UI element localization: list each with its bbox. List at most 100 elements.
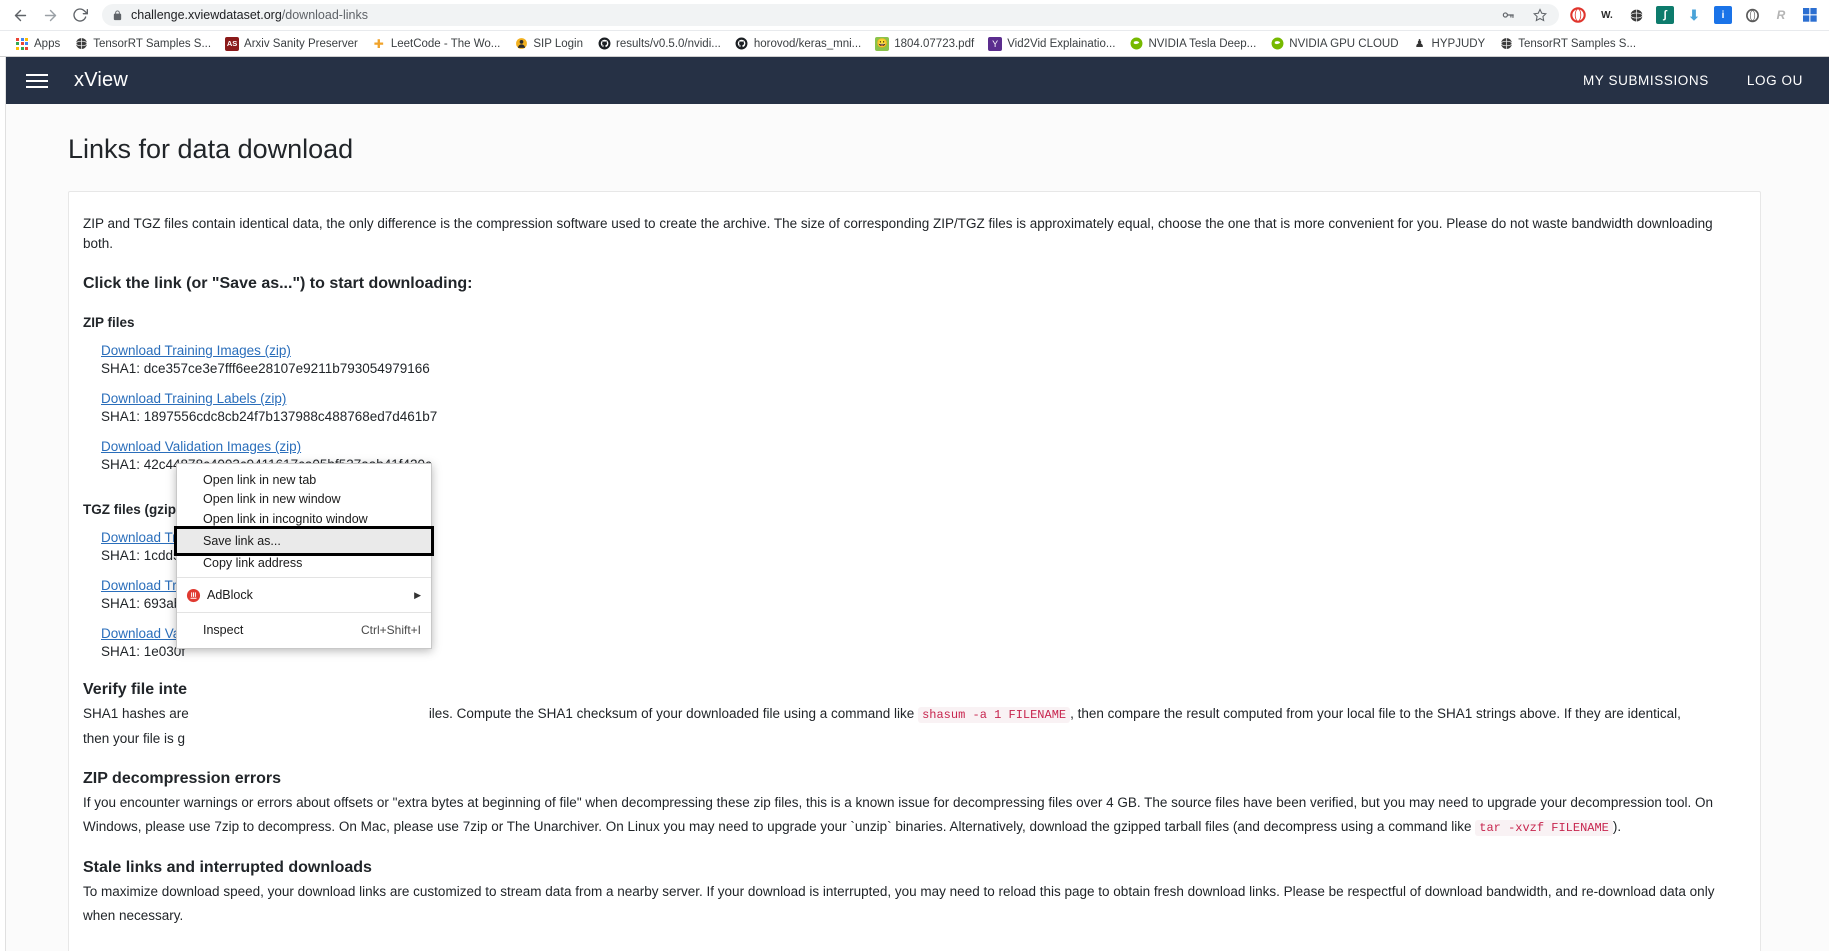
bookmark-label: Apps	[34, 37, 61, 50]
bookmark-label: horovod/keras_mni...	[753, 37, 862, 50]
bookmark-label: Vid2Vid Explainatio...	[1007, 37, 1116, 50]
zip-decompression-line1: If you encounter warnings or errors abou…	[83, 795, 1713, 811]
bookmark-results-nvidia[interactable]: results/v0.5.0/nvidi...	[590, 35, 728, 53]
star-icon[interactable]	[1531, 6, 1549, 24]
context-menu-separator-2	[177, 612, 431, 614]
bookmark-label: Arxiv Sanity Preserver	[244, 37, 358, 50]
context-menu-item-open-new-window[interactable]: Open link in new window	[177, 490, 431, 510]
context-menu-label: Open link in new tab	[203, 472, 317, 487]
context-menu[interactable]: Open link in new tab Open link in new wi…	[174, 463, 434, 650]
zip-line2-pre: Windows, please use 7zip to decompress. …	[83, 818, 1472, 834]
sha1-training-labels-zip: SHA1: 1897556cdc8cb24f7b137988c488768ed7…	[101, 409, 438, 425]
opera-extension-icon[interactable]	[1569, 6, 1587, 24]
page-brand: xView	[74, 69, 128, 91]
verify-line1-pre: SHA1 hashes are	[83, 706, 189, 722]
page-title: Links for data download	[68, 134, 354, 164]
bookmark-hypjudy[interactable]: ♟ HYPJUDY	[1406, 35, 1493, 53]
stale-links-heading: Stale links and interrupted downloads	[83, 859, 372, 877]
context-menu-shortcut: Ctrl+Shift+I	[360, 623, 421, 638]
context-menu-item-open-incognito[interactable]: Open link in incognito window	[177, 509, 431, 529]
verify-line1-post: , then compare the result computed from …	[1070, 706, 1681, 722]
opera-gx-extension-icon[interactable]	[1743, 6, 1761, 24]
intro-paragraph: ZIP and TGZ files contain identical data…	[83, 216, 1713, 251]
hamburger-menu-icon[interactable]	[26, 73, 48, 88]
download-link-training-images-zip[interactable]: Download Training Images (zip)	[101, 343, 291, 358]
nav-my-submissions[interactable]: MY SUBMISSIONS	[1583, 73, 1709, 88]
bookmark-nvidia-tesla[interactable]: NVIDIA Tesla Deep...	[1122, 35, 1263, 53]
bookmark-nvidia-gpu-cloud[interactable]: NVIDIA GPU CLOUD	[1263, 35, 1405, 53]
bookmark-label: LeetCode - The Wo...	[390, 37, 501, 50]
click-instructions-heading: Click the link (or "Save as...") to star…	[83, 275, 473, 293]
nvidia-icon	[1129, 37, 1143, 51]
bookmark-label: TensorRT Samples S...	[1518, 37, 1637, 50]
windows-extension-icon[interactable]	[1801, 6, 1819, 24]
github-icon	[597, 37, 611, 51]
code-tar: tar -xvzf FILENAME	[1475, 819, 1613, 836]
address-bar-url: challenge.xviewdataset.org/download-link…	[131, 8, 368, 22]
bookmark-leetcode[interactable]: ✚ LeetCode - The Wo...	[365, 35, 508, 53]
wikipedia-extension-icon[interactable]: W.	[1598, 6, 1616, 24]
stale-links-line2: when necessary.	[83, 907, 184, 923]
bookmark-pdf-1804[interactable]: 😀 1804.07723.pdf	[868, 35, 981, 53]
chevron-right-icon: ▶	[414, 589, 421, 600]
page-viewport: xView MY SUBMISSIONS LOG OU Links for da…	[0, 57, 1829, 951]
bookmark-label: NVIDIA Tesla Deep...	[1148, 37, 1257, 50]
forward-arrow-icon[interactable]	[36, 1, 64, 29]
verify-integrity-line1: SHA1 hashes are iles. Compute the SHA1 ch…	[83, 704, 1746, 724]
address-bar[interactable]: challenge.xviewdataset.org/download-link…	[102, 4, 1559, 26]
bookmark-label: TensorRT Samples S...	[93, 37, 212, 50]
nvidia-icon	[1270, 37, 1284, 51]
zip-line2-post: ).	[1612, 818, 1622, 834]
context-menu-item-copy-link-address[interactable]: Copy link address	[177, 553, 431, 573]
bookmark-label: NVIDIA GPU CLOUD	[1289, 37, 1399, 50]
context-menu-item-save-link-as[interactable]: Save link as...	[174, 525, 434, 556]
context-menu-item-inspect[interactable]: Inspect Ctrl+Shift+I	[177, 618, 431, 642]
context-menu-label: Save link as...	[203, 533, 281, 548]
bookmark-vid2vid[interactable]: Y Vid2Vid Explainatio...	[981, 35, 1122, 53]
bookmark-label: SIP Login	[533, 37, 584, 50]
zip-decompression-heading: ZIP decompression errors	[83, 770, 281, 788]
as-icon: AS	[225, 36, 240, 51]
browser-toolbar: challenge.xviewdataset.org/download-link…	[0, 0, 1829, 30]
download-link-validation-images-zip[interactable]: Download Validation Images (zip)	[101, 439, 301, 454]
bookmark-tensorrt-samples-1[interactable]: TensorRT Samples S...	[67, 35, 218, 53]
reload-icon[interactable]	[66, 1, 94, 29]
person-icon: ♟	[1414, 38, 1425, 50]
download-extension-icon[interactable]: ⬇	[1685, 6, 1703, 24]
lock-icon	[112, 9, 123, 21]
verify-integrity-heading: Verify file inte	[83, 681, 188, 699]
context-menu-label: AdBlock	[207, 588, 253, 603]
scholar-extension-icon[interactable]: ∫	[1656, 6, 1674, 24]
app-header: xView MY SUBMISSIONS LOG OU	[0, 57, 1829, 104]
apps-grid-icon	[15, 37, 29, 51]
stale-links-line1: To maximize download speed, your downloa…	[83, 884, 1715, 900]
bookmark-horovod-keras[interactable]: horovod/keras_mni...	[728, 35, 868, 53]
browser-chrome: challenge.xviewdataset.org/download-link…	[0, 0, 1829, 57]
context-menu-item-adblock[interactable]: AdBlock ▶	[177, 583, 431, 607]
context-menu-item-open-new-tab[interactable]: Open link in new tab	[177, 470, 431, 490]
file-entry-zip-training-images: Download Training Images (zip) SHA1: dce…	[101, 342, 1746, 376]
info-extension-icon[interactable]: i	[1714, 6, 1732, 24]
bookmark-tensorrt-samples-2[interactable]: TensorRT Samples S...	[1492, 35, 1643, 53]
zip-decompression-line2: Windows, please use 7zip to decompress. …	[83, 817, 1746, 837]
zip-files-heading: ZIP files	[83, 315, 135, 331]
bookmark-label: HYPJUDY	[1431, 37, 1486, 50]
leetcode-icon: ✚	[373, 36, 384, 51]
context-menu-label: Open link in new window	[203, 492, 341, 507]
download-link-validation-images-tgz[interactable]: Download Vali	[101, 626, 186, 641]
globe-icon	[74, 37, 88, 51]
adblock-icon	[183, 588, 203, 603]
github-icon	[735, 37, 749, 51]
download-link-training-labels-tgz[interactable]: Download Trai	[101, 578, 187, 593]
download-link-training-labels-zip[interactable]: Download Training Labels (zip)	[101, 391, 286, 406]
app-header-nav: MY SUBMISSIONS LOG OU	[1583, 73, 1803, 88]
globe-extension-icon[interactable]	[1627, 6, 1645, 24]
bookmark-arxiv-sanity[interactable]: AS Arxiv Sanity Preserver	[218, 35, 365, 53]
back-arrow-icon[interactable]	[6, 1, 34, 29]
nav-log-out[interactable]: LOG OU	[1747, 73, 1803, 88]
key-icon[interactable]	[1499, 6, 1517, 24]
bookmark-sip-login[interactable]: SIP Login	[507, 35, 590, 53]
bookmark-apps[interactable]: Apps	[8, 35, 67, 53]
script-extension-icon[interactable]: R	[1772, 6, 1790, 24]
context-menu-label: Open link in incognito window	[203, 511, 368, 526]
